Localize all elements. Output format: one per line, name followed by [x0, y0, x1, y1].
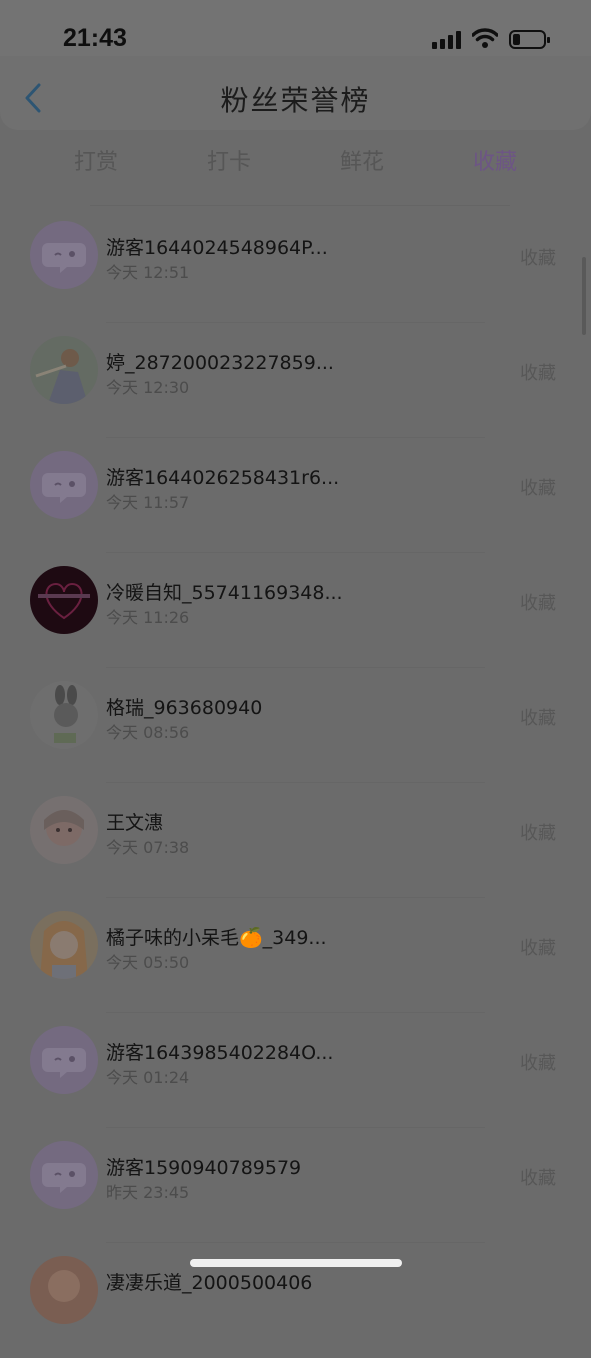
list-item[interactable]: 游客1644026258431r6... 今天 11:57 收藏	[0, 438, 591, 553]
timestamp: 今天 11:57	[106, 493, 190, 512]
chat-bubble-icon	[42, 1163, 86, 1193]
user-name: 婷_287200023227859...	[106, 352, 334, 374]
photo-avatar-image	[30, 1256, 98, 1324]
favorite-label: 收藏	[520, 1053, 556, 1074]
favorite-label: 收藏	[520, 593, 556, 614]
status-bar: 21:43	[0, 0, 591, 56]
timestamp: 今天 12:51	[106, 263, 190, 282]
guest-avatar	[30, 451, 98, 519]
guest-avatar	[30, 1026, 98, 1094]
photo-avatar-image	[30, 796, 98, 864]
wifi-icon	[472, 28, 498, 48]
user-name: 游客1644026258431r6...	[106, 467, 340, 489]
timestamp: 今天 01:24	[106, 1068, 190, 1087]
user-avatar	[30, 796, 98, 864]
chat-bubble-icon	[42, 243, 86, 273]
photo-avatar-image	[30, 911, 98, 979]
list-item[interactable]: 橘子味的小呆毛🍊_349... 今天 05:50 收藏	[0, 898, 591, 1013]
user-name: 橘子味的小呆毛🍊_349...	[106, 927, 327, 949]
favorite-label: 收藏	[520, 1168, 556, 1189]
user-name: 王文潓	[106, 812, 164, 834]
status-time: 21:43	[63, 24, 127, 52]
page-title: 粉丝荣誉榜	[220, 84, 371, 117]
user-avatar	[30, 681, 98, 749]
photo-avatar-image	[30, 336, 98, 404]
user-name: 格瑞_963680940	[106, 697, 263, 719]
chat-bubble-icon	[42, 1048, 86, 1078]
tab-flowers[interactable]: 鲜花	[296, 144, 428, 176]
photo-avatar-image	[30, 566, 98, 634]
favorite-label: 收藏	[520, 823, 556, 844]
tab-favorites[interactable]: 收藏	[429, 144, 561, 176]
favorite-label: 收藏	[520, 363, 556, 384]
list-item[interactable]: 游客1644024548964P... 今天 12:51 收藏	[0, 208, 591, 323]
scrollbar[interactable]	[582, 257, 586, 335]
timestamp: 昨天 23:45	[106, 1183, 190, 1202]
list-item[interactable]: 格瑞_963680940 今天 08:56 收藏	[0, 668, 591, 783]
tab-checkin[interactable]: 打卡	[163, 144, 295, 176]
timestamp: 今天 11:26	[106, 608, 190, 627]
guest-avatar	[30, 221, 98, 289]
list-item[interactable]: 婷_287200023227859... 今天 12:30 收藏	[0, 323, 591, 438]
favorite-label: 收藏	[520, 938, 556, 959]
home-indicator[interactable]	[190, 1259, 402, 1267]
guest-avatar	[30, 1141, 98, 1209]
photo-avatar-image	[30, 681, 98, 749]
signal-icon	[432, 31, 461, 49]
user-name: 游客1590940789579	[106, 1157, 302, 1179]
user-avatar	[30, 566, 98, 634]
user-name: 游客1643985402284O...	[106, 1042, 334, 1064]
favorite-label: 收藏	[520, 478, 556, 499]
timestamp: 今天 05:50	[106, 953, 190, 972]
timestamp: 今天 08:56	[106, 723, 190, 742]
list-item[interactable]: 冷暖自知_55741169348... 今天 11:26 收藏	[0, 553, 591, 668]
tab-bar: 打赏 打卡 鲜花 收藏	[30, 140, 562, 180]
user-name: 凄凄乐道_2000500406	[106, 1272, 313, 1294]
list-item[interactable]: 游客1590940789579 昨天 23:45 收藏	[0, 1128, 591, 1243]
chat-bubble-icon	[42, 473, 86, 503]
user-avatar	[30, 336, 98, 404]
user-name: 冷暖自知_55741169348...	[106, 582, 343, 604]
user-avatar	[30, 1256, 98, 1324]
list-item[interactable]: 游客1643985402284O... 今天 01:24 收藏	[0, 1013, 591, 1128]
timestamp: 今天 07:38	[106, 838, 190, 857]
user-avatar	[30, 911, 98, 979]
favorite-label: 收藏	[520, 248, 556, 269]
user-name: 游客1644024548964P...	[106, 237, 328, 259]
tab-reward[interactable]: 打赏	[30, 144, 162, 176]
timestamp: 今天 12:30	[106, 378, 190, 397]
list-item[interactable]: 王文潓 今天 07:38 收藏	[0, 783, 591, 898]
battery-icon	[509, 30, 550, 49]
tab-divider	[90, 205, 510, 206]
favorite-label: 收藏	[520, 708, 556, 729]
